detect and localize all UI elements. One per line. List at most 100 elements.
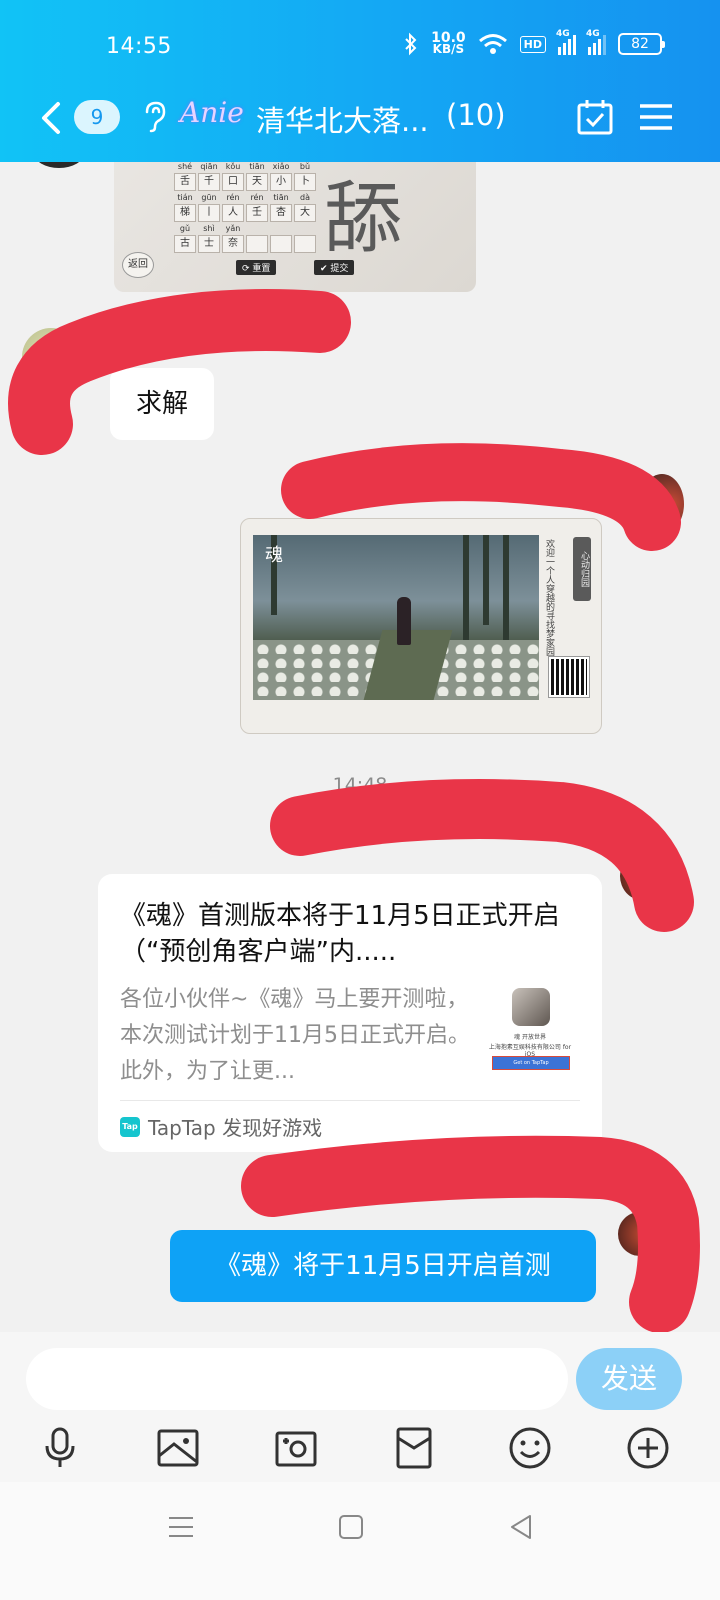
link-card-description: 各位小伙伴~《魂》马上要开测啦，本次测试计划于11月5日正式开启。此外，为了让更…	[120, 987, 470, 1084]
puzzle-pinyin: rén	[250, 193, 264, 202]
puzzle-cell: 千	[198, 173, 220, 191]
back-triangle-icon[interactable]	[506, 1512, 536, 1542]
puzzle-pinyin: shé	[177, 162, 193, 171]
incoming-text-bubble[interactable]: 求解	[110, 368, 214, 440]
puzzle-cell	[294, 235, 316, 253]
puzzle-cell: 丨	[198, 204, 220, 222]
puzzle-pinyin: gǔ	[179, 224, 191, 233]
outgoing-text-bubble[interactable]: 《魂》将于11月5日开启首测	[170, 1230, 596, 1302]
my-avatar[interactable]	[620, 852, 664, 900]
game-side-panel: 欢迎一个人穿越的寻找梦家园 心动归园	[543, 535, 591, 705]
puzzle-pinyin: bǔ	[299, 162, 311, 171]
puzzle-pinyin: yǎn	[225, 224, 241, 233]
link-card-divider	[120, 1100, 580, 1101]
battery-icon: 82	[618, 33, 665, 55]
system-navigation-bar	[0, 1482, 720, 1600]
redaction-marks	[8, 289, 700, 1332]
group-logo: Anie	[180, 96, 244, 129]
puzzle-pinyin	[270, 224, 292, 233]
chat-header: 14:55 10.0 KB/S HD 4G 4G 82 9 Anie 清华北大落…	[0, 0, 720, 162]
earpiece-mode-icon[interactable]	[142, 100, 168, 134]
puzzle-pinyin: tiān	[249, 162, 265, 171]
member-count: (10)	[446, 98, 506, 132]
link-card-source-label: TapTap 发现好游戏	[148, 1116, 323, 1140]
puzzle-cell: 壬	[246, 204, 268, 222]
puzzle-pinyin: rén	[226, 193, 240, 202]
puzzle-pinyin: qiān	[200, 162, 218, 171]
app-icon	[512, 988, 550, 1026]
puzzle-pinyin: xiǎo	[272, 162, 290, 171]
chat-title[interactable]: 清华北大落...	[256, 98, 429, 140]
puzzle-cell	[246, 235, 268, 253]
my-avatar[interactable]	[618, 1212, 662, 1256]
puzzle-cell: 大	[294, 204, 316, 222]
status-bar: 14:55 10.0 KB/S HD 4G 4G 82	[0, 29, 720, 66]
back-arrow-icon[interactable]	[36, 98, 68, 138]
puzzle-cell: 士	[198, 235, 220, 253]
game-side-title: 心动归园	[573, 537, 591, 601]
thumb-download-button: Get on TapTap	[492, 1056, 570, 1070]
puzzle-pinyin: dà	[300, 193, 310, 202]
calendar-check-icon[interactable]	[576, 98, 614, 136]
link-card[interactable]: 《魂》首测版本将于11月5日正式开启（“预创角客户端”内..... 各位小伙伴~…	[98, 874, 602, 1152]
signal-icon-1: 4G	[556, 29, 576, 55]
wifi-icon	[478, 34, 507, 54]
thumb-line-1: 魂 开放世界	[514, 1034, 546, 1041]
puzzle-cell: 卜	[294, 173, 316, 191]
sender-avatar[interactable]	[22, 328, 80, 386]
send-button[interactable]: 发送	[576, 1348, 682, 1410]
emoji-icon[interactable]	[508, 1426, 552, 1470]
image-message-puzzle[interactable]: shé qiān kǒu tiān xiǎo bǔ 舌千口天小卜 tián gūn rén rén t…	[114, 162, 476, 292]
puzzle-submit-button: ✔ 提交	[314, 260, 355, 275]
puzzle-big-character: 舔	[324, 174, 403, 264]
puzzle-pinyin	[294, 224, 316, 233]
puzzle-cell: 杏	[270, 204, 292, 222]
puzzle-cell: 梯	[174, 204, 196, 222]
puzzle-grid: shé qiān kǒu tiān xiǎo bǔ 舌千口天小卜 tián gūn rén rén t…	[174, 162, 316, 253]
camera-icon[interactable]	[274, 1426, 318, 1470]
unread-badge[interactable]: 9	[74, 100, 120, 134]
game-scene-image: 魂	[253, 535, 539, 700]
link-card-title: 《魂》首测版本将于11月5日正式开启（“预创角客户端”内.....	[120, 901, 560, 967]
message-input[interactable]	[26, 1348, 568, 1410]
puzzle-cell: 舌	[174, 173, 196, 191]
game-character	[397, 597, 411, 645]
puzzle-pinyin: tiān	[273, 193, 289, 202]
nav-bar: 9 Anie 清华北大落... (10)	[0, 92, 720, 144]
status-icons: 10.0 KB/S HD 4G 4G 82	[403, 29, 665, 56]
clock: 14:55	[106, 34, 172, 59]
puzzle-cell: 小	[270, 173, 292, 191]
bluetooth-icon	[405, 32, 417, 56]
puzzle-pinyin: kǒu	[225, 162, 241, 171]
puzzle-back-seal: 返回	[122, 252, 154, 278]
network-speed: 10.0 KB/S	[431, 31, 466, 56]
plus-icon[interactable]	[626, 1426, 670, 1470]
signal-icon-2: 4G	[586, 29, 606, 55]
signal-2-label: 4G	[586, 29, 600, 39]
puzzle-pinyin	[246, 224, 268, 233]
puzzle-cell: 奈	[222, 235, 244, 253]
puzzle-pinyin: shì	[203, 224, 215, 233]
my-avatar[interactable]	[640, 474, 684, 534]
menu-icon[interactable]	[638, 102, 674, 132]
message-list[interactable]: shé qiān kǒu tiān xiǎo bǔ 舌千口天小卜 tián gūn rén rén t…	[0, 162, 720, 1332]
link-card-source: Tap TapTap 发现好游戏	[120, 1112, 322, 1141]
puzzle-pinyin: gūn	[201, 193, 217, 202]
message-timestamp: 14:48	[332, 774, 388, 796]
hd-voice-badge: HD	[519, 35, 546, 53]
puzzle-submit-label: 提交	[330, 264, 349, 274]
recent-apps-icon[interactable]	[166, 1512, 196, 1542]
sender-avatar[interactable]	[34, 162, 84, 168]
puzzle-cell: 天	[246, 173, 268, 191]
network-speed-unit: KB/S	[432, 42, 465, 56]
puzzle-cell: 口	[222, 173, 244, 191]
image-icon[interactable]	[156, 1426, 200, 1470]
qr-code	[548, 656, 590, 698]
image-message-game[interactable]: 魂 欢迎一个人穿越的寻找梦家园 心动归园	[240, 518, 602, 734]
red-packet-icon[interactable]	[392, 1426, 436, 1470]
microphone-icon[interactable]	[38, 1426, 82, 1470]
input-toolbar	[0, 1426, 720, 1476]
puzzle-pinyin: tián	[177, 193, 193, 202]
taptap-logo-icon: Tap	[120, 1116, 140, 1137]
home-icon[interactable]	[336, 1512, 366, 1542]
